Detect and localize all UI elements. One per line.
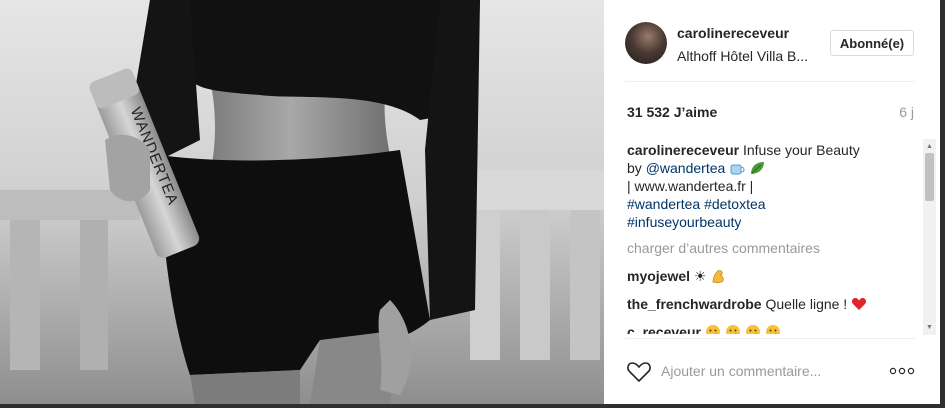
username-link[interactable]: carolinereceveur	[677, 25, 789, 41]
post-details-panel: carolinereceveur Althoff Hôtel Villa B..…	[604, 0, 940, 404]
flexed-biceps-icon	[712, 270, 725, 284]
caption-line-1: carolinereceveur Infuse your Beauty	[627, 141, 923, 159]
comment-text: Quelle ligne !	[765, 296, 848, 312]
divider	[625, 81, 915, 82]
divider	[625, 338, 915, 339]
comment-author-link[interactable]: the_frenchwardrobe	[627, 296, 762, 312]
kissing-face-icon	[705, 325, 720, 334]
likes-count[interactable]: 31 532 J’aime	[627, 104, 717, 120]
add-comment-input[interactable]: Ajouter un commentaire...	[661, 363, 821, 379]
hashtag-link[interactable]: #wandertea	[627, 196, 700, 212]
red-heart-icon	[852, 298, 867, 310]
mention-link[interactable]: @wandertea	[646, 160, 726, 176]
ellipsis-icon[interactable]	[889, 366, 915, 376]
post-header: carolinereceveur Althoff Hôtel Villa B..…	[604, 0, 940, 82]
post-photo[interactable]: WANDERTEA	[0, 0, 604, 404]
comment-row: c_receveur	[627, 323, 923, 334]
caption-hashtags-2: #infuseyourbeauty	[627, 213, 923, 231]
kissing-face-icon	[725, 325, 740, 334]
following-button[interactable]: Abonné(e)	[830, 30, 914, 56]
comment-row: myojewel ☀	[627, 267, 923, 285]
load-more-comments-link[interactable]: charger d’autres commentaires	[627, 239, 923, 257]
scroll-up-arrow-icon[interactable]: ▲	[926, 143, 933, 150]
tea-cup-icon	[730, 164, 745, 175]
comment-row: the_frenchwardrobe Quelle ligne !	[627, 295, 923, 313]
location-link[interactable]: Althoff Hôtel Villa B...	[677, 48, 819, 64]
post-modal: WANDERTEA carolinereceveur Althoff Hôtel…	[0, 0, 945, 408]
like-heart-icon[interactable]	[626, 360, 652, 384]
hashtag-link[interactable]: #infuseyourbeauty	[627, 214, 741, 230]
caption-hashtags-1: #wandertea #detoxtea	[627, 195, 923, 213]
scroll-thumb[interactable]	[925, 153, 934, 201]
comment-author-link[interactable]: myojewel	[627, 268, 690, 284]
photo-illustration: WANDERTEA	[0, 0, 604, 404]
comment-author-link[interactable]: c_receveur	[627, 324, 701, 334]
comments-scrollbar[interactable]: ▲ ▼	[923, 139, 936, 335]
comments-list: carolinereceveur Infuse your Beauty by @…	[627, 141, 923, 334]
caption-website: | www.wandertea.fr |	[627, 178, 754, 194]
caption-by: by	[627, 160, 642, 176]
caption-text: Infuse your Beauty	[742, 142, 860, 158]
kissing-face-icon	[745, 325, 760, 334]
post-time[interactable]: 6 j	[899, 104, 914, 120]
avatar[interactable]	[625, 22, 667, 64]
caption-line-2: by @wandertea	[627, 159, 923, 177]
leaf-icon	[751, 162, 765, 174]
kissing-face-icon	[765, 325, 780, 334]
hashtag-link[interactable]: #detoxtea	[704, 196, 766, 212]
scroll-down-arrow-icon[interactable]: ▼	[926, 324, 933, 331]
caption-author-link[interactable]: carolinereceveur	[627, 142, 739, 158]
comment-text: ☀	[693, 268, 707, 284]
page-edge	[940, 0, 945, 408]
